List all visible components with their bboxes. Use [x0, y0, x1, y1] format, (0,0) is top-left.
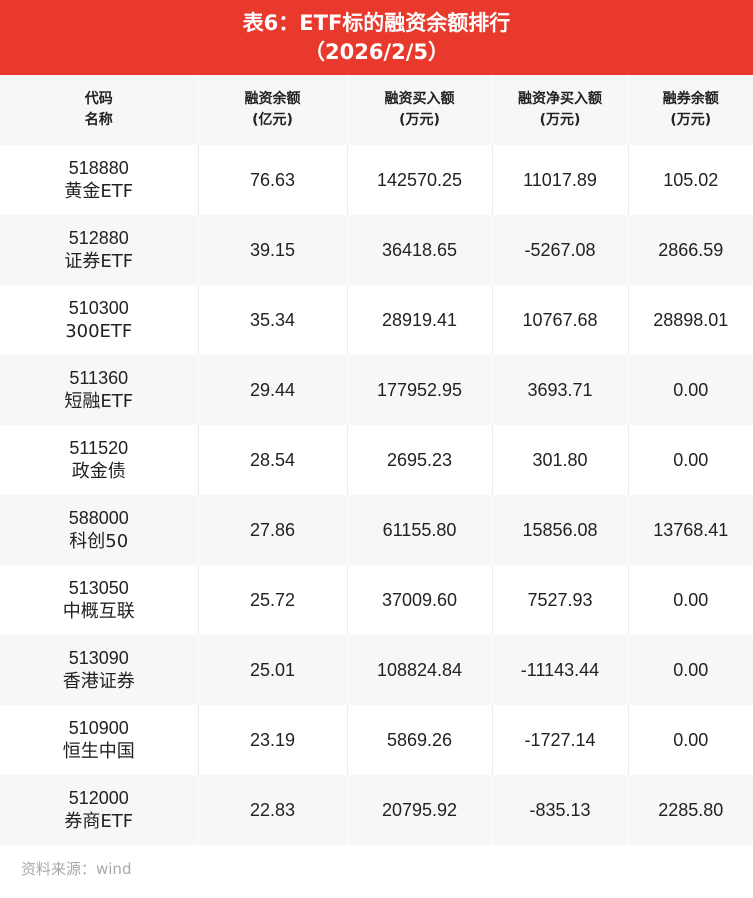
- table-title: 表6：ETF标的融资余额排行 （2026/2/5）: [0, 0, 753, 75]
- table-row: 588000 科创50 27.86 61155.80 15856.08 13768…: [0, 495, 753, 565]
- margin-buy-cell: 61155.80: [347, 495, 493, 565]
- etf-code: 511520: [69, 438, 129, 458]
- etf-code-name-cell: 588000 科创50: [0, 495, 199, 565]
- etf-name: 中概互联: [62, 601, 135, 622]
- table-row: 511360 短融ETF 29.44 177952.95 3693.71 0.00: [0, 355, 753, 425]
- margin-buy-cell: 2695.23: [347, 425, 493, 495]
- etf-code-name-cell: 511520 政金债: [0, 425, 199, 495]
- header-code-name: 代码 名称: [0, 75, 199, 145]
- net-buy-cell: -5267.08: [492, 215, 629, 285]
- short-balance-cell: 13768.41: [653, 519, 729, 540]
- etf-code: 511360: [69, 368, 129, 388]
- margin-balance-cell: 23.19: [198, 705, 348, 775]
- table-row: 510300 300ETF 35.34 28919.41 10767.68 288…: [0, 285, 753, 355]
- net-buy-cell: 301.80: [492, 425, 629, 495]
- etf-code-name-cell: 518880 黄金ETF: [0, 145, 199, 215]
- margin-balance-cell: 25.72: [198, 565, 348, 635]
- etf-code: 513050: [68, 578, 129, 598]
- table-title-line1: 表6：ETF标的融资余额排行: [242, 10, 511, 35]
- etf-code: 588000: [68, 508, 129, 528]
- margin-buy-cell: 20795.92: [347, 775, 493, 845]
- etf-code: 512880: [68, 228, 129, 248]
- etf-code: 513090: [68, 648, 129, 668]
- header-short-balance: 融券余额 (万元): [662, 91, 719, 128]
- margin-buy-cell: 177952.95: [347, 355, 493, 425]
- table-row: 511520 政金债 28.54 2695.23 301.80 0.00: [0, 425, 753, 495]
- margin-buy-cell: 28919.41: [347, 285, 493, 355]
- etf-code-name-cell: 510900 恒生中国: [0, 705, 199, 775]
- margin-buy-cell: 108824.84: [347, 635, 493, 705]
- table-row: 513090 香港证券 25.01 108824.84 -11143.44 0.0…: [0, 635, 753, 705]
- net-buy-cell: -11143.44: [492, 635, 629, 705]
- margin-balance-cell: 28.54: [198, 425, 348, 495]
- etf-code-name-cell: 511360 短融ETF: [0, 355, 199, 425]
- margin-balance-cell: 29.44: [198, 355, 348, 425]
- etf-code-name-cell: 510300 300ETF: [0, 285, 199, 355]
- short-balance-cell: 2285.80: [658, 799, 724, 820]
- etf-code: 510300: [68, 298, 129, 318]
- margin-buy-cell: 36418.65: [347, 215, 493, 285]
- table-row: 513050 中概互联 25.72 37009.60 7527.93 0.00: [0, 565, 753, 635]
- short-balance-cell: 0.00: [673, 659, 709, 680]
- etf-name: 政金债: [71, 461, 126, 482]
- table-title-date: （2026/2/5）: [303, 39, 449, 64]
- short-balance-cell: 2866.59: [658, 239, 724, 260]
- margin-balance-cell: 39.15: [198, 215, 348, 285]
- short-balance-cell: 0.00: [673, 589, 709, 610]
- etf-code-name-cell: 512880 证券ETF: [0, 215, 199, 285]
- table-row: 518880 黄金ETF 76.63 142570.25 11017.89 105…: [0, 145, 753, 215]
- net-buy-cell: 7527.93: [492, 565, 629, 635]
- margin-balance-cell: 27.86: [198, 495, 348, 565]
- net-buy-cell: -835.13: [492, 775, 629, 845]
- etf-name: 券商ETF: [64, 811, 134, 832]
- header-net-buy: 融资净买入额 (万元): [492, 75, 629, 145]
- etf-name: 短融ETF: [64, 391, 134, 412]
- etf-margin-table: 代码 名称 融资余额 (亿元) 融资买入额 (万元) 融资净买入额 (万元) 融…: [0, 75, 753, 845]
- net-buy-cell: 15856.08: [492, 495, 629, 565]
- margin-balance-cell: 76.63: [198, 145, 348, 215]
- etf-code-name-cell: 513050 中概互联: [0, 565, 199, 635]
- etf-code: 510900: [68, 718, 129, 738]
- table-row: 510900 恒生中国 23.19 5869.26 -1727.14 0.00: [0, 705, 753, 775]
- etf-name: 香港证券: [62, 671, 135, 692]
- table-row: 512880 证券ETF 39.15 36418.65 -5267.08 2866…: [0, 215, 753, 285]
- etf-name: 科创50: [69, 531, 129, 552]
- etf-name: 证券ETF: [64, 251, 134, 272]
- short-balance-cell: 0.00: [673, 379, 709, 400]
- etf-name: 恒生中国: [62, 741, 135, 762]
- etf-code-name-cell: 512000 券商ETF: [0, 775, 199, 845]
- net-buy-cell: 10767.68: [492, 285, 629, 355]
- margin-buy-cell: 142570.25: [347, 145, 493, 215]
- header-margin-buy: 融资买入额 (万元): [347, 75, 493, 145]
- short-balance-cell: 0.00: [673, 729, 709, 750]
- margin-balance-cell: 22.83: [198, 775, 348, 845]
- etf-name: 黄金ETF: [64, 181, 134, 202]
- margin-balance-cell: 25.01: [198, 635, 348, 705]
- table-row: 512000 券商ETF 22.83 20795.92 -835.13 2285.…: [0, 775, 753, 845]
- etf-code: 518880: [68, 158, 129, 178]
- short-balance-cell: 105.02: [663, 169, 719, 190]
- short-balance-cell: 28898.01: [653, 309, 729, 330]
- data-source-note: 资料来源：wind: [21, 860, 132, 878]
- table-header-row: 代码 名称 融资余额 (亿元) 融资买入额 (万元) 融资净买入额 (万元) 融…: [0, 75, 753, 145]
- margin-balance-cell: 35.34: [198, 285, 348, 355]
- etf-code: 512000: [68, 788, 129, 808]
- header-margin-balance: 融资余额 (亿元): [198, 75, 348, 145]
- net-buy-cell: -1727.14: [492, 705, 629, 775]
- net-buy-cell: 3693.71: [492, 355, 629, 425]
- etf-code-name-cell: 513090 香港证券: [0, 635, 199, 705]
- etf-name: 300ETF: [65, 321, 133, 342]
- margin-buy-cell: 37009.60: [347, 565, 493, 635]
- short-balance-cell: 0.00: [673, 449, 709, 470]
- margin-buy-cell: 5869.26: [347, 705, 493, 775]
- net-buy-cell: 11017.89: [492, 145, 629, 215]
